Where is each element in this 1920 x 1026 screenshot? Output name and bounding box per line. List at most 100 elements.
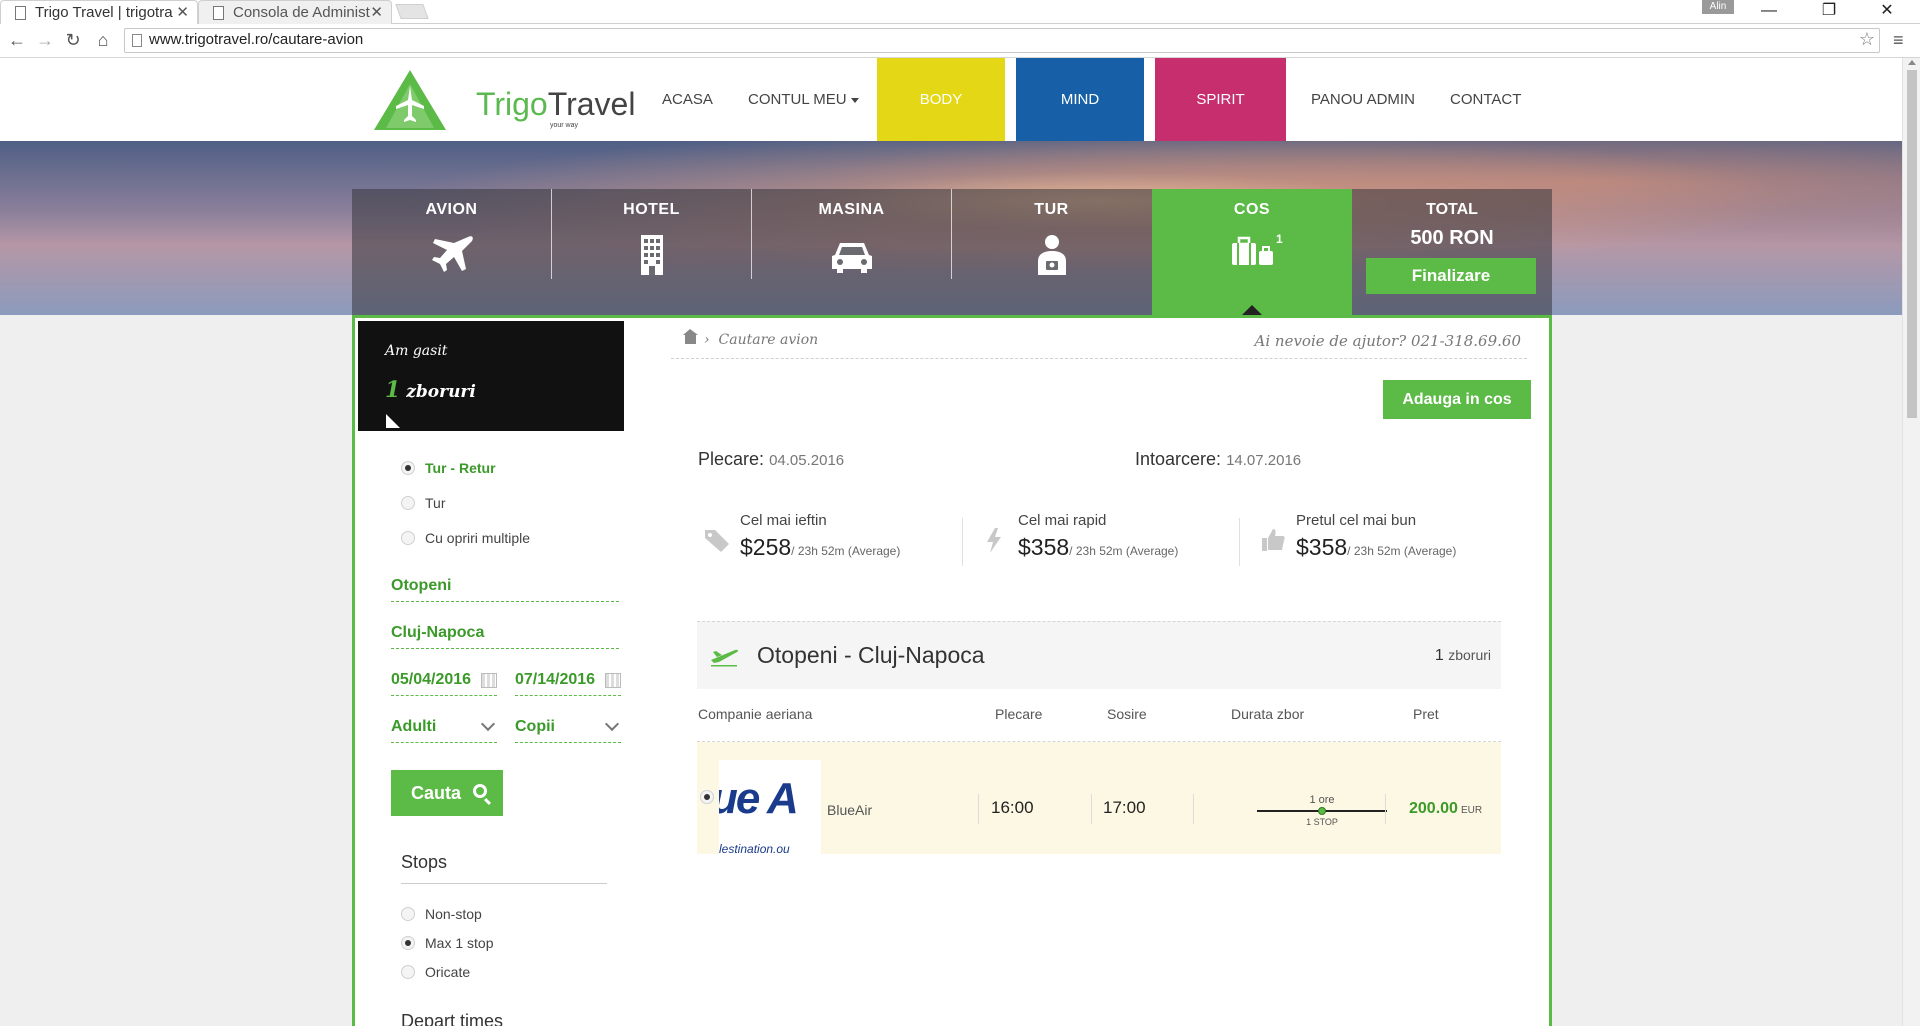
divider: [1193, 794, 1194, 824]
document-icon: [15, 6, 26, 20]
restore-button[interactable]: ❐: [1806, 0, 1852, 24]
browser-tab-admin[interactable]: Consola de Administ ✕: [198, 0, 392, 24]
stops-max-1[interactable]: Max 1 stop: [401, 934, 493, 951]
browser-menu-icon[interactable]: ≡: [1893, 30, 1904, 51]
col-arrive: Sosire: [1107, 706, 1147, 722]
close-icon[interactable]: ✕: [370, 1, 383, 24]
reload-button[interactable]: ↻: [62, 29, 84, 51]
cart-count-badge: 1: [1276, 232, 1283, 246]
scroll-up-arrow[interactable]: [1908, 60, 1916, 65]
site-logo[interactable]: TrigoTravel your way: [372, 68, 635, 132]
add-to-cart-button[interactable]: Adauga in cos: [1383, 380, 1531, 419]
nav-spirit[interactable]: SPIRIT: [1155, 58, 1286, 141]
close-window-button[interactable]: ✕: [1864, 0, 1910, 24]
summary-cheapest[interactable]: Cel mai ieftin $258/ 23h 52m (Average): [703, 512, 973, 572]
url-field[interactable]: www.trigotravel.ro/cautare-avion ☆: [124, 28, 1880, 53]
col-depart: Plecare: [995, 706, 1043, 722]
radio-button[interactable]: [401, 496, 415, 511]
profile-badge[interactable]: Alin: [1702, 0, 1734, 14]
depart-times-title: Depart times: [401, 1011, 504, 1026]
breadcrumb: › Cautare avion: [683, 329, 819, 348]
divider: [1385, 794, 1386, 824]
car-icon: [831, 243, 872, 273]
depart-date-field[interactable]: 05/04/2016: [391, 666, 497, 696]
airline-name: BlueAir: [827, 802, 873, 818]
return-date: Intoarcere: 14.07.2016: [1135, 449, 1302, 469]
active-tab-pointer: [1242, 305, 1262, 315]
thumbs-up-icon: [1262, 529, 1285, 551]
nav-body[interactable]: BODY: [877, 58, 1005, 141]
nav-mind[interactable]: MIND: [1016, 58, 1144, 141]
route-count: 1 zboruri: [1434, 647, 1491, 664]
help-line: Ai nevoie de ajutor? 021-318.69.60: [1254, 332, 1521, 350]
breadcrumb-current: Cautare avion: [718, 332, 819, 348]
tag-icon: [705, 530, 729, 552]
stops-any[interactable]: Oricate: [401, 963, 470, 980]
trip-type-round[interactable]: Tur - Retur: [401, 459, 496, 476]
divider: [978, 794, 979, 824]
tab-masina[interactable]: MASINA: [752, 189, 951, 315]
tab-title: Consola de Administ: [233, 4, 370, 21]
stops-nonstop[interactable]: Non-stop: [401, 905, 482, 922]
divider: [1091, 794, 1092, 824]
back-button[interactable]: ←: [6, 29, 28, 51]
nav-admin[interactable]: PANOU ADMIN: [1311, 58, 1415, 141]
triangle-plane-logo-icon: [374, 70, 446, 130]
divider: [962, 518, 963, 566]
browser-tab-trigo[interactable]: Trigo Travel | trigotra ✕: [0, 0, 198, 24]
home-button[interactable]: ⌂: [92, 29, 114, 51]
tab-tur[interactable]: TUR: [952, 189, 1151, 315]
trip-type-oneway[interactable]: Tur: [401, 494, 445, 511]
tab-title: Trigo Travel | trigotra: [35, 4, 173, 21]
luggage-icon: [1232, 236, 1273, 265]
stop-dot: [1318, 807, 1326, 815]
tab-cos[interactable]: COS 1: [1152, 189, 1352, 315]
return-date-field[interactable]: 07/14/2016: [515, 666, 621, 696]
nav-home[interactable]: ACASA: [662, 58, 713, 141]
radio-button[interactable]: [700, 790, 714, 804]
new-tab-button[interactable]: [395, 4, 429, 19]
scrollbar-thumb[interactable]: [1907, 70, 1917, 418]
depart-time: 16:00: [991, 798, 1034, 817]
summary-fastest[interactable]: Cel mai rapid $358/ 23h 52m (Average): [981, 512, 1251, 572]
radio-button[interactable]: [401, 936, 415, 951]
children-select[interactable]: Copii: [515, 713, 621, 743]
flight-row[interactable]: ue A lestination.ou BlueAir 16:00 17:00 …: [697, 742, 1501, 856]
flight-stops: 1 STOP: [1306, 817, 1338, 827]
radio-button[interactable]: [401, 531, 415, 546]
help-phone[interactable]: 021-318.69.60: [1411, 332, 1521, 350]
logo-tagline: your way: [550, 122, 579, 129]
summary-best-price[interactable]: Pretul cel mai bun $358/ 23h 52m (Averag…: [1259, 512, 1529, 572]
chevron-down-icon: [480, 716, 496, 732]
from-field[interactable]: Otopeni: [391, 572, 619, 602]
radio-button[interactable]: [401, 907, 415, 922]
col-price: Pret: [1413, 706, 1439, 722]
page-scrollbar[interactable]: [1902, 58, 1920, 1026]
search-icon: [473, 784, 487, 798]
nav-contact[interactable]: CONTACT: [1450, 58, 1521, 141]
route-header: Otopeni - Cluj-Napoca 1 zboruri: [697, 621, 1501, 689]
building-icon: [640, 235, 663, 275]
tab-hotel[interactable]: HOTEL: [552, 189, 751, 315]
close-icon[interactable]: ✕: [176, 1, 189, 24]
radio-button[interactable]: [401, 965, 415, 980]
nav-account[interactable]: CONTUL MEU: [748, 58, 859, 141]
airline-logo: ue A lestination.ou: [719, 760, 821, 856]
calendar-icon[interactable]: [481, 673, 497, 688]
trip-type-multi[interactable]: Cu opriri multiple: [401, 529, 530, 546]
to-field[interactable]: Cluj-Napoca: [391, 619, 619, 649]
search-button[interactable]: Cauta: [391, 770, 503, 816]
forward-button[interactable]: →: [34, 29, 56, 51]
bookmark-star-icon[interactable]: ☆: [1859, 29, 1875, 50]
departure-date: Plecare: 04.05.2016: [698, 449, 845, 469]
found-count: 1 zboruri: [385, 377, 476, 403]
minimize-button[interactable]: —: [1746, 0, 1792, 24]
radio-button[interactable]: [401, 461, 415, 476]
route-title: Otopeni - Cluj-Napoca: [757, 642, 985, 668]
calendar-icon[interactable]: [605, 673, 621, 688]
finalize-button[interactable]: Finalizare: [1366, 258, 1536, 294]
tab-avion[interactable]: AVION: [352, 189, 551, 315]
cart-total: TOTAL 500 RON Finalizare: [1352, 189, 1552, 315]
home-icon[interactable]: [683, 329, 698, 344]
adults-select[interactable]: Adulti: [391, 713, 497, 743]
